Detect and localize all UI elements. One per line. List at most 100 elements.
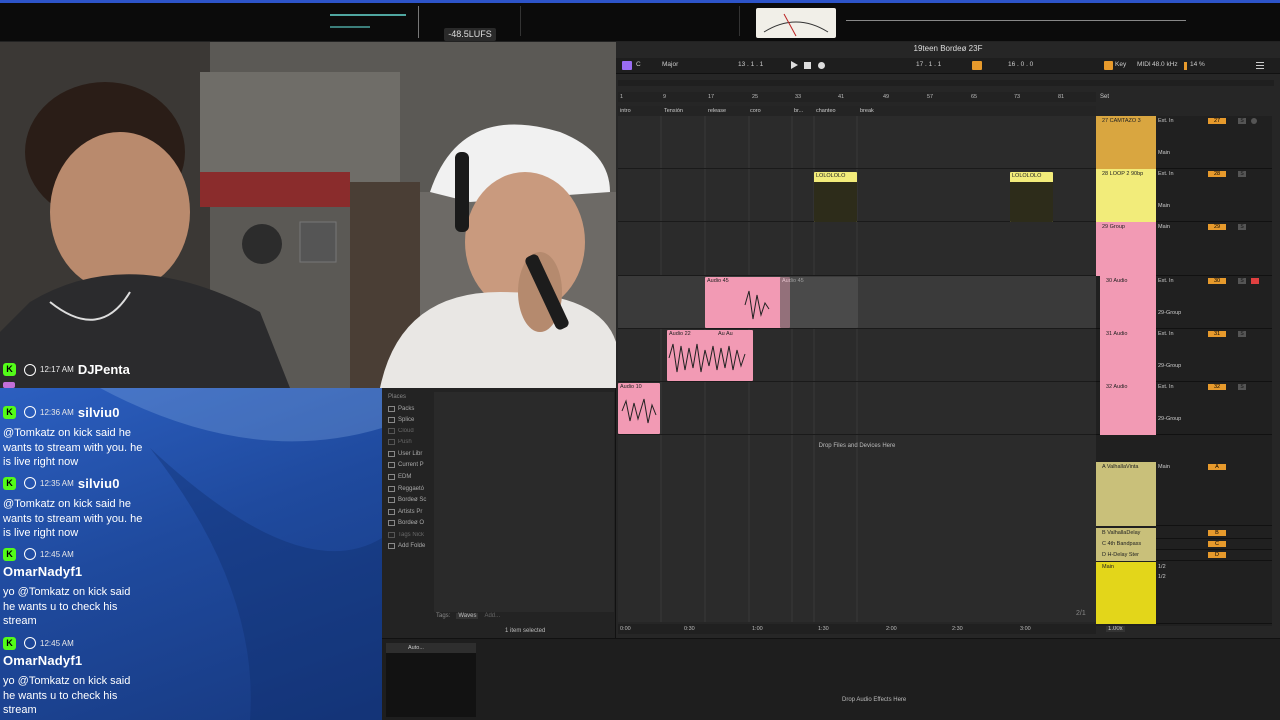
solo-button[interactable]: S (1238, 331, 1246, 337)
key-label[interactable]: Key (1115, 61, 1126, 68)
mixer-track[interactable]: 28 LOOP 2 90bp Ext. In Main 28 S (1096, 169, 1272, 222)
zoom-level[interactable]: 1.00x (1106, 626, 1125, 632)
add-tag-button[interactable]: Add... (484, 613, 500, 619)
input-select[interactable]: Ext. In (1158, 331, 1174, 337)
track-header[interactable] (1096, 462, 1156, 526)
track-number[interactable]: 28 (1208, 171, 1226, 177)
locator-strip[interactable]: intro Tensión release coro br... chanteo… (618, 106, 1096, 116)
message-user[interactable]: OmarNadyf1 (3, 653, 82, 668)
locator[interactable]: Tensión (664, 108, 683, 114)
output-select[interactable]: Main (1158, 150, 1170, 156)
loop-length[interactable]: 16 . 0 . 0 (1008, 61, 1033, 68)
browser-item[interactable]: Push (388, 439, 412, 445)
browser-item[interactable]: Bordeø Sc (388, 497, 426, 503)
return-name[interactable]: A ValhallaVinta (1098, 464, 1156, 470)
output-select[interactable]: Main (1158, 203, 1170, 209)
browser-item[interactable]: Packs (388, 406, 414, 412)
browser-item[interactable]: Tags Nick (388, 532, 424, 538)
output-select[interactable]: 29-Group (1158, 416, 1181, 422)
device-chain[interactable]: Auto... (386, 643, 476, 717)
mixer-track[interactable]: 30 Audio Ext. In 29-Group 30 S (1096, 276, 1272, 329)
output-select[interactable]: 29-Group (1158, 363, 1181, 369)
audio-clip[interactable]: Audio 10 (618, 383, 660, 434)
return-name[interactable]: B ValhallaDelay (1098, 530, 1156, 536)
locator[interactable]: intro (620, 108, 631, 114)
input-select[interactable]: Ext. In (1158, 384, 1174, 390)
master-name[interactable]: Main (1098, 564, 1156, 570)
key-map-icon[interactable] (1104, 61, 1113, 70)
browser-item[interactable]: EDM (388, 474, 411, 480)
cue-routing[interactable]: 1/2 (1158, 564, 1166, 570)
input-select[interactable]: Ext. In (1158, 278, 1174, 284)
locator[interactable]: release (708, 108, 726, 114)
key-scale[interactable]: Major (662, 61, 678, 68)
solo-button[interactable]: S (1238, 118, 1246, 124)
time-ruler[interactable]: 0:00 0:30 1:00 1:30 2:00 2:30 3:00 (618, 624, 1096, 634)
return-track[interactable]: B ValhallaDelay B (1096, 528, 1272, 539)
message-user[interactable]: OmarNadyf1 (3, 564, 82, 579)
browser-item[interactable]: Cloud (388, 428, 414, 434)
track-lane-selected[interactable]: Audio 45 Audio 45 (618, 276, 1096, 329)
return-letter[interactable]: A (1208, 464, 1226, 470)
track-name[interactable]: 32 Audio (1102, 384, 1160, 390)
device-title[interactable]: Auto... (386, 643, 476, 653)
browser-item[interactable]: Artists Pr (388, 509, 422, 515)
play-icon[interactable] (791, 61, 798, 69)
audio-clip[interactable]: LOLOLOLO (814, 172, 857, 222)
track-name[interactable]: 27 CAMTAZO 3 (1098, 118, 1156, 124)
browser-item[interactable]: Add Folde (388, 543, 425, 549)
menu-icon[interactable] (1256, 62, 1264, 63)
mixer-track[interactable]: 31 Audio Ext. In 29-Group 31 S (1096, 329, 1272, 382)
solo-button[interactable]: S (1238, 384, 1246, 390)
audio-clip[interactable]: Audio 45 (705, 277, 790, 328)
arrangement-view[interactable]: LOLOLOLO LOLOLOLO Audio 45 Audio 45 Audi… (618, 116, 1096, 622)
track-name[interactable]: 29 Group (1098, 224, 1156, 230)
output-select[interactable]: Main (1158, 464, 1170, 470)
return-track[interactable]: D H-Delay Ster D (1096, 550, 1272, 561)
input-select[interactable]: Ext. In (1158, 171, 1174, 177)
solo-button[interactable]: S (1238, 278, 1246, 284)
solo-button[interactable]: S (1238, 171, 1246, 177)
key-root[interactable]: C (636, 61, 641, 68)
mixer-track[interactable]: 27 CAMTAZO 3 Ext. In Main 27 S (1096, 116, 1272, 169)
track-number[interactable]: 29 (1208, 224, 1226, 230)
locator[interactable]: br... (794, 108, 803, 114)
locator[interactable]: chanteo (816, 108, 836, 114)
message-user[interactable]: silviu0 (78, 476, 120, 491)
track-lane[interactable]: Audio 10 (618, 382, 1096, 435)
browser-item[interactable]: Reggaetó (388, 486, 424, 492)
master-track[interactable]: Main 1/2 1/2 (1096, 562, 1272, 624)
song-position[interactable]: 13 . 1 . 1 (738, 61, 763, 68)
mixer-track[interactable]: 29 Group Main 29 S (1096, 222, 1272, 276)
master-routing[interactable]: 1/2 (1158, 574, 1166, 580)
mixer-track[interactable]: 32 Audio Ext. In 29-Group 32 S (1096, 382, 1272, 435)
arm-button[interactable] (1251, 278, 1259, 284)
record-icon[interactable] (818, 62, 825, 69)
locator[interactable]: coro (750, 108, 761, 114)
solo-button[interactable]: S (1238, 224, 1246, 230)
track-name[interactable]: 28 LOOP 2 90bp (1098, 171, 1156, 177)
track-header[interactable] (1096, 562, 1156, 624)
locator[interactable]: break (860, 108, 874, 114)
return-name[interactable]: D H-Delay Ster (1098, 552, 1156, 558)
output-select[interactable]: 29-Group (1158, 310, 1181, 316)
track-lane[interactable] (618, 116, 1096, 169)
output-select[interactable]: Main (1158, 224, 1170, 230)
loop-start[interactable]: 17 . 1 . 1 (916, 61, 941, 68)
track-number[interactable]: 30 (1208, 278, 1226, 284)
return-letter[interactable]: C (1208, 541, 1226, 547)
track-lane[interactable]: Audio 22 Au Au (618, 329, 1096, 382)
browser-item[interactable]: Current P (388, 462, 424, 468)
track-header[interactable] (1096, 222, 1156, 276)
audio-clip[interactable]: Audio 22 (667, 330, 753, 381)
track-number[interactable]: 32 (1208, 384, 1226, 390)
stop-icon[interactable] (804, 62, 811, 69)
overview-strip[interactable] (618, 80, 1274, 86)
return-name[interactable]: C 4th Bandpass (1098, 541, 1156, 547)
audio-clip[interactable]: LOLOLOLO (1010, 172, 1053, 222)
return-letter[interactable]: B (1208, 530, 1226, 536)
track-name[interactable]: 31 Audio (1102, 331, 1160, 337)
loop-icon[interactable] (972, 61, 982, 70)
input-select[interactable]: Ext. In (1158, 118, 1174, 124)
arm-button[interactable] (1251, 118, 1257, 124)
